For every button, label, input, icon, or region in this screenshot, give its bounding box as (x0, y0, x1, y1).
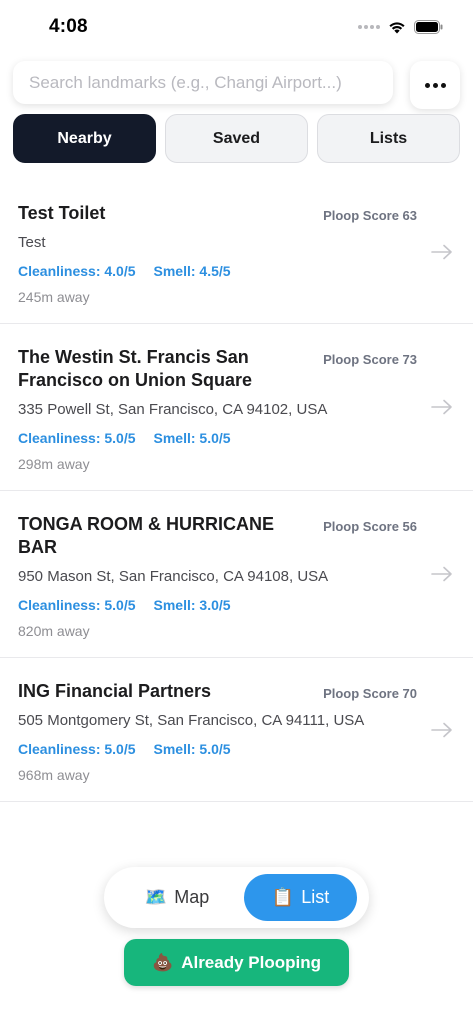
arrow-right-icon (431, 566, 452, 582)
smell-rating: Smell: 5.0/5 (153, 741, 231, 757)
place-item-test-toilet[interactable]: Test Toilet Ploop Score 63 Test Cleanlin… (0, 180, 473, 324)
arrow-right-icon (431, 399, 452, 415)
place-distance: 968m away (18, 767, 90, 783)
cleanliness-rating: Cleanliness: 5.0/5 (18, 741, 136, 757)
ploop-score: Ploop Score 56 (323, 519, 417, 534)
place-ratings: Cleanliness: 4.0/5 Smell: 4.5/5 (18, 263, 413, 279)
place-name: TONGA ROOM & HURRICANE BAR (18, 514, 274, 557)
smell-rating: Smell: 4.5/5 (153, 263, 231, 279)
wifi-icon (388, 20, 406, 34)
list-view-button[interactable]: 📋 List (244, 874, 357, 921)
cleanliness-rating: Cleanliness: 5.0/5 (18, 597, 136, 613)
place-distance: 298m away (18, 456, 90, 472)
search-box (13, 61, 393, 104)
tab-lists[interactable]: Lists (317, 114, 460, 163)
smell-rating: Smell: 3.0/5 (153, 597, 231, 613)
tab-nearby[interactable]: Nearby (13, 114, 156, 163)
tab-saved[interactable]: Saved (165, 114, 308, 163)
place-item-tonga-room[interactable]: TONGA ROOM & HURRICANE BAR Ploop Score 5… (0, 491, 473, 658)
map-label: Map (174, 887, 210, 907)
cleanliness-rating: Cleanliness: 4.0/5 (18, 263, 136, 279)
place-name: Test Toilet (18, 203, 106, 223)
map-view-button[interactable]: 🗺️ Map (112, 874, 242, 921)
more-options-button[interactable] (410, 61, 460, 109)
place-address: 505 Montgomery St, San Francisco, CA 941… (18, 712, 365, 729)
poop-icon: 💩 (152, 952, 174, 972)
segment-tabs: Nearby Saved Lists (13, 114, 460, 163)
more-dots-icon (424, 82, 446, 88)
cellular-signal-icon (358, 25, 380, 29)
search-row (13, 61, 460, 109)
already-plooping-button[interactable]: 💩 Already Plooping (124, 939, 349, 986)
clipboard-icon: 📋 (271, 887, 295, 907)
view-toggle: 🗺️ Map 📋 List (104, 867, 369, 928)
places-list: Test Toilet Ploop Score 63 Test Cleanlin… (0, 180, 473, 802)
place-distance: 820m away (18, 623, 90, 639)
arrow-right-icon (431, 244, 452, 259)
place-address: 335 Powell St, San Francisco, CA 94102, … (18, 401, 328, 418)
place-item-ing-financial[interactable]: ING Financial Partners Ploop Score 70 50… (0, 658, 473, 802)
place-ratings: Cleanliness: 5.0/5 Smell: 5.0/5 (18, 430, 413, 446)
list-label: List (301, 887, 330, 907)
place-item-westin[interactable]: The Westin St. Francis San Francisco on … (0, 324, 473, 491)
battery-icon (414, 20, 443, 34)
already-plooping-label: Already Plooping (181, 952, 321, 972)
place-address: 950 Mason St, San Francisco, CA 94108, U… (18, 568, 329, 585)
place-ratings: Cleanliness: 5.0/5 Smell: 5.0/5 (18, 741, 413, 757)
search-input[interactable] (29, 72, 393, 93)
status-time: 4:08 (49, 16, 88, 37)
cleanliness-rating: Cleanliness: 5.0/5 (18, 430, 136, 446)
status-bar: 4:08 (0, 0, 473, 52)
status-icons (358, 18, 443, 36)
ploop-score: Ploop Score 70 (323, 686, 417, 701)
arrow-right-icon (431, 722, 452, 737)
place-distance: 245m away (18, 289, 90, 305)
ploop-score: Ploop Score 63 (323, 208, 417, 223)
place-name: The Westin St. Francis San Francisco on … (18, 347, 253, 390)
place-ratings: Cleanliness: 5.0/5 Smell: 3.0/5 (18, 597, 413, 613)
ploop-score: Ploop Score 73 (323, 352, 417, 367)
smell-rating: Smell: 5.0/5 (153, 430, 231, 446)
place-name: ING Financial Partners (18, 681, 212, 701)
place-address: Test (18, 234, 46, 251)
map-icon: 🗺️ (144, 887, 168, 907)
